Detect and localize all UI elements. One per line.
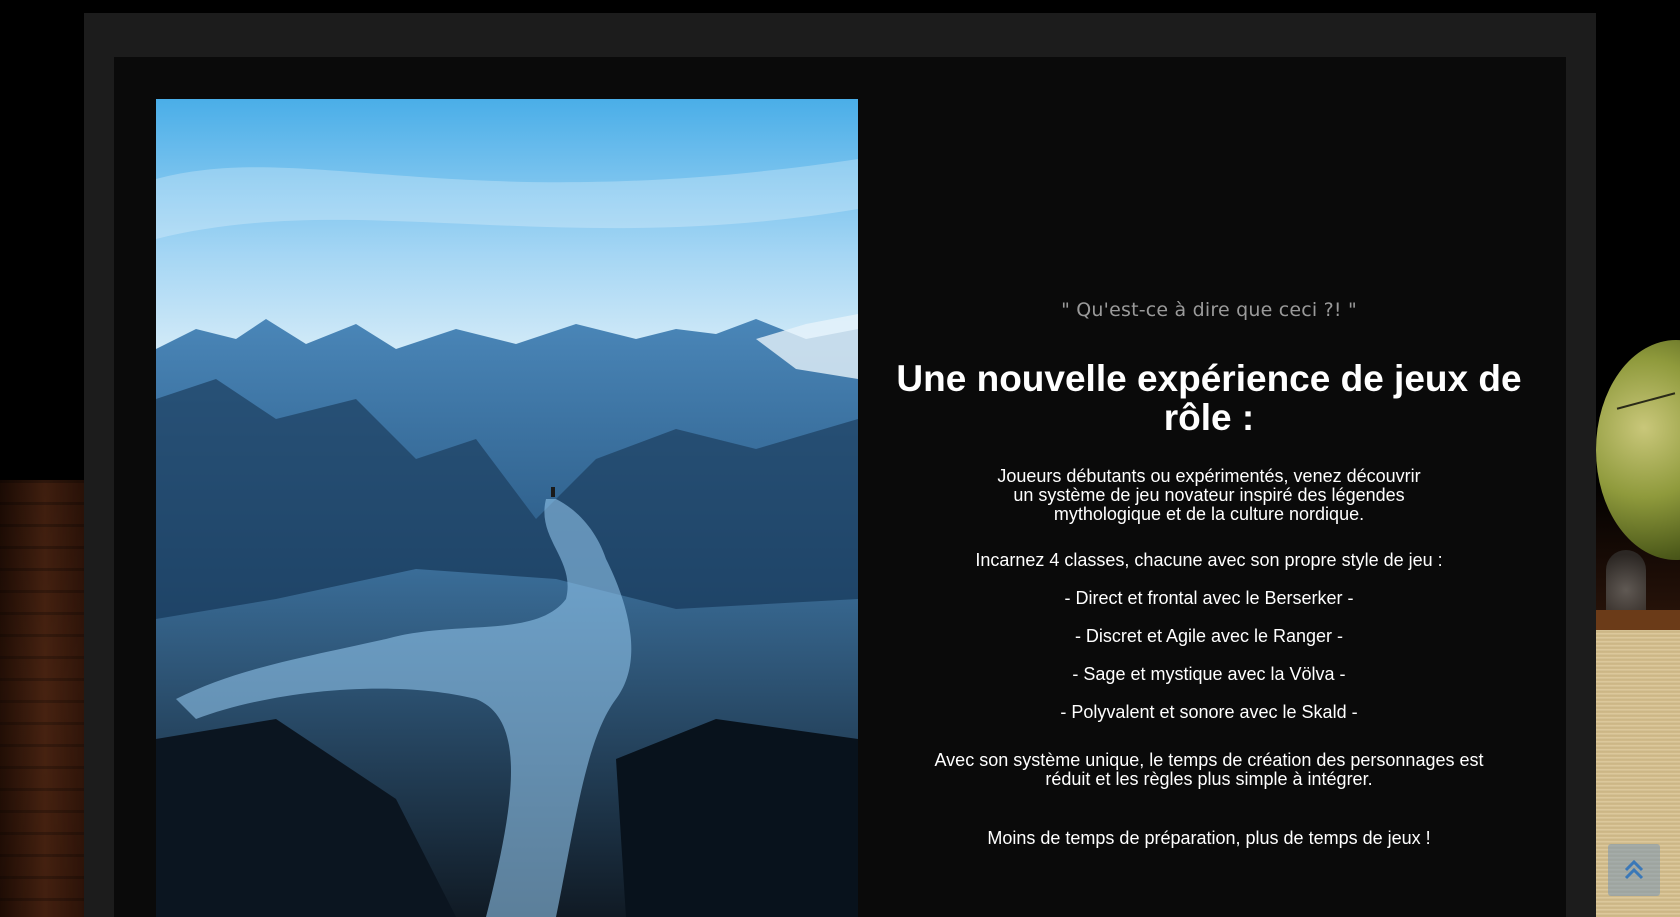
tagline-paragraph: Moins de temps de préparation, plus de t…: [987, 828, 1431, 848]
icy-mountain-valley-photo: [156, 99, 858, 917]
wood-texture-left: [0, 480, 90, 917]
sky: [156, 99, 858, 359]
intro-text-column: " Qu'est-ce à dire que ceci ?! " Une nou…: [884, 57, 1534, 917]
mountain-illustration: [156, 99, 858, 917]
dark-foreground-right: [616, 719, 858, 917]
scroll-to-top-button[interactable]: [1608, 844, 1660, 896]
class-item-ranger: - Discret et Agile avec le Ranger -: [1074, 626, 1344, 646]
system-paragraph: Avec son système unique, le temps de cré…: [934, 750, 1484, 789]
intro-paragraph: Joueurs débutants ou expérimentés, venez…: [997, 466, 1421, 524]
classes-intro: Incarnez 4 classes, chacune avec son pro…: [975, 550, 1443, 570]
double-chevron-up-icon: [1624, 859, 1644, 880]
class-item-berserker: - Direct et frontal avec le Berserker -: [1064, 588, 1354, 608]
content-frame: " Qu'est-ce à dire que ceci ?! " Une nou…: [84, 13, 1596, 917]
class-item-skald: - Polyvalent et sonore avec le Skald -: [1060, 702, 1358, 722]
globe-image: [1596, 340, 1680, 560]
class-item-volva: - Sage et mystique avec la Völva -: [1072, 664, 1346, 684]
decoration-globe-book: [1596, 330, 1680, 917]
section-headline: Une nouvelle expérience de jeux de rôle …: [896, 358, 1522, 438]
hiker-figure: [551, 487, 555, 497]
content-panel: " Qu'est-ce à dire que ceci ?! " Une nou…: [114, 57, 1566, 917]
globe-map-line: [1616, 392, 1676, 410]
section-kicker: " Qu'est-ce à dire que ceci ?! ": [1061, 299, 1357, 321]
